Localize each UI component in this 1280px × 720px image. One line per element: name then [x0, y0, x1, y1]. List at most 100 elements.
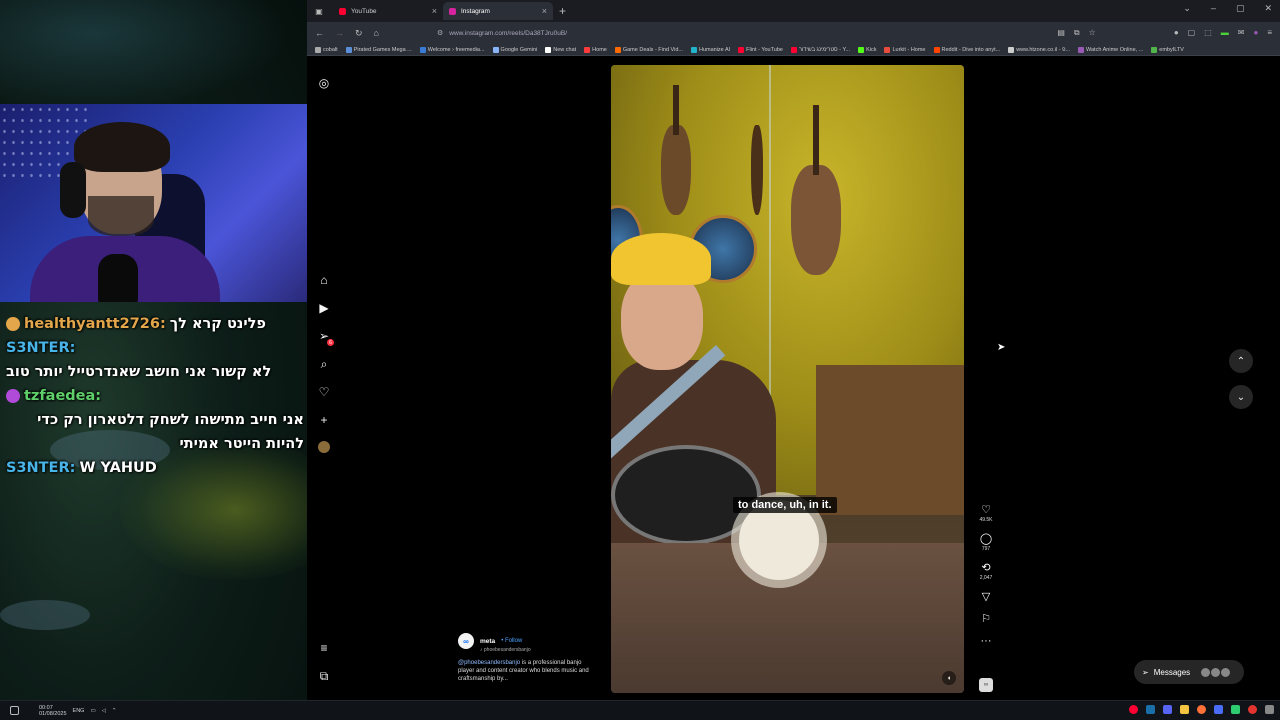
- comment-action[interactable]: ◯ 797: [975, 533, 997, 552]
- tab-list-chevron-icon[interactable]: ⌄: [1183, 3, 1191, 14]
- language-indicator[interactable]: ENG: [73, 708, 85, 714]
- video-instrument: [751, 125, 763, 215]
- clock[interactable]: 00:07 01/08/2025: [39, 705, 67, 717]
- reels-icon[interactable]: ▶: [317, 301, 331, 315]
- reel-video[interactable]: to dance, uh, in it. ◖: [611, 65, 964, 693]
- share-icon[interactable]: ▽: [982, 591, 990, 603]
- extension-icon[interactable]: ▢: [1188, 28, 1196, 38]
- heart-icon[interactable]: ♡: [981, 504, 991, 516]
- home-button-icon[interactable]: ⌂: [374, 28, 379, 38]
- bookmark-item[interactable]: Lurkit - Home: [884, 46, 926, 53]
- bookmark-label: Flint - YouTube: [746, 46, 783, 53]
- reader-view-icon[interactable]: ▤: [1057, 28, 1065, 38]
- bookmark-item[interactable]: Reddit - Dive into anyt...: [933, 46, 1000, 53]
- back-icon[interactable]: ←: [315, 28, 324, 38]
- repost-icon[interactable]: ⟲: [981, 562, 990, 574]
- opera-icon[interactable]: [1248, 705, 1257, 714]
- description-mention[interactable]: @phoebesandersbanjo: [458, 660, 520, 666]
- previous-reel-button[interactable]: ⌃: [1229, 349, 1253, 373]
- extension-icon[interactable]: ▬: [1221, 28, 1229, 38]
- app-icon[interactable]: [1265, 705, 1274, 714]
- next-reel-button[interactable]: ⌄: [1229, 385, 1253, 409]
- close-tab-icon[interactable]: ×: [542, 6, 547, 16]
- tab-actions-icon[interactable]: ▣: [313, 5, 325, 17]
- share-action[interactable]: ▽: [975, 591, 997, 603]
- bookmark-label: Pirated Games Mega ...: [353, 46, 412, 53]
- menu-icon[interactable]: ≡: [1267, 28, 1272, 38]
- extension-icon[interactable]: ●: [1174, 28, 1179, 38]
- repost-action[interactable]: ⟲ 2,047: [975, 562, 997, 581]
- more-options-icon[interactable]: ···: [981, 635, 992, 647]
- new-tab-button[interactable]: +: [559, 4, 566, 18]
- file-explorer-icon[interactable]: [1180, 705, 1189, 714]
- microphone-icon: [98, 254, 138, 302]
- instagram-logo-icon[interactable]: ◎: [317, 76, 331, 90]
- bookmark-item[interactable]: www.htzone.co.il - פ...: [1008, 46, 1070, 53]
- chat-text: לא קשור אני חושב שאנדרטייל יותר טוב: [6, 364, 272, 380]
- comment-icon[interactable]: ◯: [980, 533, 992, 545]
- bookmark-item[interactable]: Google Gemini: [492, 46, 537, 53]
- also-from-meta-icon[interactable]: ⧉: [317, 669, 331, 683]
- create-icon[interactable]: +: [317, 413, 331, 427]
- video-person-face: [621, 270, 703, 370]
- repost-count: 2,047: [979, 575, 993, 581]
- profile-avatar-icon[interactable]: [318, 441, 330, 453]
- bookmark-icon[interactable]: ⚐: [981, 613, 991, 625]
- app-icon[interactable]: [1214, 705, 1223, 714]
- like-action[interactable]: ♡ 49.5K: [975, 504, 997, 523]
- tab-instagram[interactable]: Instagram ×: [443, 2, 553, 20]
- bookmark-item[interactable]: Flint - YouTube: [738, 46, 783, 53]
- tray-chevron-icon[interactable]: ⌃: [112, 708, 117, 714]
- bookmark-item[interactable]: סטרימינג בשידור - Y...: [790, 46, 850, 53]
- app-icon[interactable]: [1231, 705, 1240, 714]
- bookmark-item[interactable]: Watch Anime Online, ...: [1078, 46, 1143, 53]
- bookmarks-bar: cobalt Pirated Games Mega ... Welcome › fr…: [307, 44, 1280, 56]
- extension-icon[interactable]: ●: [1253, 28, 1258, 38]
- mouse-cursor-icon: ➤: [997, 342, 1006, 353]
- home-icon[interactable]: ⌂: [317, 273, 331, 287]
- site-info-icon[interactable]: ⚙: [437, 29, 443, 37]
- minimize-icon[interactable]: –: [1211, 3, 1216, 14]
- translate-icon[interactable]: ⧉: [1074, 28, 1080, 38]
- discord-icon[interactable]: [1163, 705, 1172, 714]
- extension-icon[interactable]: ✉: [1238, 28, 1245, 38]
- volume-icon[interactable]: ◁: [102, 708, 106, 714]
- close-tab-icon[interactable]: ×: [432, 6, 437, 16]
- extension-icon[interactable]: ⬚: [1204, 28, 1212, 38]
- notification-icon[interactable]: [10, 706, 19, 715]
- youtube-icon: [339, 7, 346, 15]
- author-avatar[interactable]: ∞: [458, 633, 474, 649]
- maximize-icon[interactable]: ▢: [1236, 3, 1245, 14]
- bookmark-item[interactable]: Home: [584, 46, 607, 53]
- steam-icon[interactable]: [1146, 705, 1155, 714]
- menu-icon[interactable]: ≡: [317, 641, 331, 655]
- bookmark-item[interactable]: Game Deals - Find Vid...: [614, 46, 683, 53]
- follow-button[interactable]: • Follow: [501, 638, 522, 644]
- more-action[interactable]: ···: [975, 635, 997, 647]
- tab-youtube[interactable]: YouTube ×: [333, 2, 443, 20]
- audio-track-icon[interactable]: ∞: [979, 678, 993, 692]
- bookmark-star-icon[interactable]: ☆: [1089, 28, 1096, 38]
- network-icon[interactable]: ▭: [90, 708, 95, 714]
- bookmark-item[interactable]: Kick: [858, 46, 876, 53]
- messages-icon[interactable]: ➢ 6: [317, 329, 334, 346]
- firefox-icon[interactable]: [1197, 705, 1206, 714]
- bookmark-item[interactable]: Humanize AI: [690, 46, 730, 53]
- messages-button[interactable]: ➢ Messages: [1134, 660, 1244, 684]
- bookmark-item[interactable]: New chat: [545, 46, 576, 53]
- reload-icon[interactable]: ↻: [355, 28, 363, 39]
- bookmark-item[interactable]: Welcome › freemedia...: [419, 46, 485, 53]
- address-bar[interactable]: ⚙ www.instagram.com/reels/Da38TJru0uB/: [437, 29, 567, 38]
- youtube-music-icon[interactable]: [1129, 705, 1138, 714]
- search-icon[interactable]: ⌕: [317, 357, 331, 371]
- save-action[interactable]: ⚐: [975, 613, 997, 625]
- heart-icon[interactable]: ♡: [317, 385, 331, 399]
- close-window-icon[interactable]: ✕: [1264, 3, 1272, 14]
- author-name[interactable]: meta: [480, 638, 495, 645]
- bookmark-item[interactable]: Pirated Games Mega ...: [345, 46, 412, 53]
- bookmark-item[interactable]: cobalt: [315, 46, 338, 53]
- collaborator[interactable]: ♪ phoebesandersbanjo: [480, 647, 598, 653]
- mute-icon[interactable]: ◖: [942, 671, 956, 685]
- forward-icon[interactable]: →: [335, 28, 344, 38]
- bookmark-item[interactable]: embyILTV: [1151, 46, 1184, 53]
